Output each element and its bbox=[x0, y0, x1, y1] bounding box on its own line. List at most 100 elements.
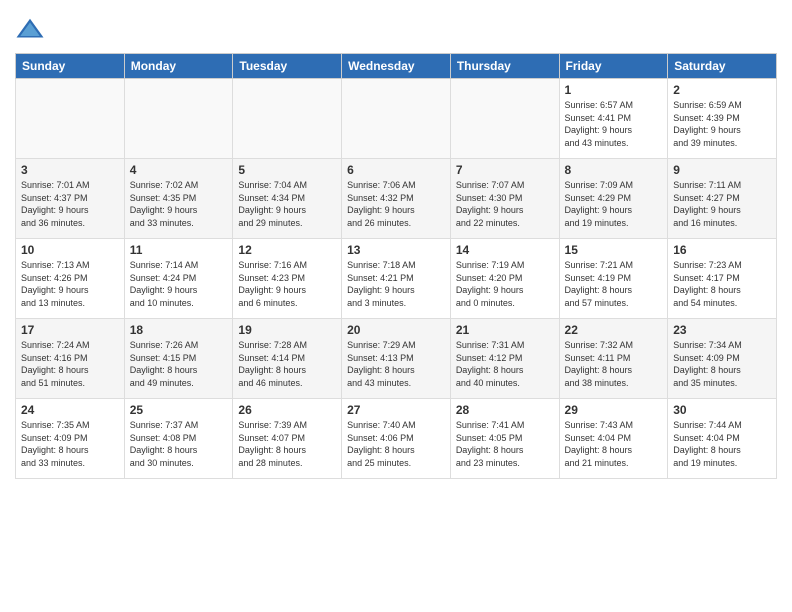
calendar-cell: 3 Sunrise: 7:01 AM Sunset: 4:37 PM Daylig… bbox=[16, 159, 125, 239]
day-info: Sunrise: 7:26 AM Sunset: 4:15 PM Dayligh… bbox=[130, 339, 228, 389]
day-number: 26 bbox=[238, 403, 336, 417]
day-number: 12 bbox=[238, 243, 336, 257]
calendar-cell: 26 Sunrise: 7:39 AM Sunset: 4:07 PM Dayli… bbox=[233, 399, 342, 479]
calendar-cell: 29 Sunrise: 7:43 AM Sunset: 4:04 PM Dayli… bbox=[559, 399, 668, 479]
weekday-header: Monday bbox=[124, 54, 233, 79]
day-info: Sunrise: 7:37 AM Sunset: 4:08 PM Dayligh… bbox=[130, 419, 228, 469]
calendar-cell: 27 Sunrise: 7:40 AM Sunset: 4:06 PM Dayli… bbox=[342, 399, 451, 479]
day-info: Sunrise: 7:23 AM Sunset: 4:17 PM Dayligh… bbox=[673, 259, 771, 309]
calendar-cell: 11 Sunrise: 7:14 AM Sunset: 4:24 PM Dayli… bbox=[124, 239, 233, 319]
calendar-cell bbox=[233, 79, 342, 159]
calendar-cell: 10 Sunrise: 7:13 AM Sunset: 4:26 PM Dayli… bbox=[16, 239, 125, 319]
day-number: 8 bbox=[565, 163, 663, 177]
day-number: 11 bbox=[130, 243, 228, 257]
day-number: 15 bbox=[565, 243, 663, 257]
day-info: Sunrise: 7:32 AM Sunset: 4:11 PM Dayligh… bbox=[565, 339, 663, 389]
day-info: Sunrise: 7:21 AM Sunset: 4:19 PM Dayligh… bbox=[565, 259, 663, 309]
weekday-header: Tuesday bbox=[233, 54, 342, 79]
calendar-cell bbox=[342, 79, 451, 159]
day-number: 22 bbox=[565, 323, 663, 337]
day-number: 2 bbox=[673, 83, 771, 97]
day-number: 5 bbox=[238, 163, 336, 177]
calendar-cell: 4 Sunrise: 7:02 AM Sunset: 4:35 PM Daylig… bbox=[124, 159, 233, 239]
calendar-cell: 14Sunrise: 7:19 AM Sunset: 4:20 PM Dayli… bbox=[450, 239, 559, 319]
day-number: 29 bbox=[565, 403, 663, 417]
weekday-header: Wednesday bbox=[342, 54, 451, 79]
calendar-cell: 17 Sunrise: 7:24 AM Sunset: 4:16 PM Dayli… bbox=[16, 319, 125, 399]
calendar-cell: 13 Sunrise: 7:18 AM Sunset: 4:21 PM Dayli… bbox=[342, 239, 451, 319]
day-info: Sunrise: 7:44 AM Sunset: 4:04 PM Dayligh… bbox=[673, 419, 771, 469]
calendar-cell bbox=[124, 79, 233, 159]
calendar-cell: 5 Sunrise: 7:04 AM Sunset: 4:34 PM Daylig… bbox=[233, 159, 342, 239]
calendar-cell: 12 Sunrise: 7:16 AM Sunset: 4:23 PM Dayli… bbox=[233, 239, 342, 319]
calendar-cell: 2 Sunrise: 6:59 AM Sunset: 4:39 PM Daylig… bbox=[668, 79, 777, 159]
weekday-header: Sunday bbox=[16, 54, 125, 79]
day-info: Sunrise: 7:34 AM Sunset: 4:09 PM Dayligh… bbox=[673, 339, 771, 389]
header bbox=[15, 15, 777, 45]
day-number: 25 bbox=[130, 403, 228, 417]
day-number: 1 bbox=[565, 83, 663, 97]
day-info: Sunrise: 7:39 AM Sunset: 4:07 PM Dayligh… bbox=[238, 419, 336, 469]
day-number: 19 bbox=[238, 323, 336, 337]
day-info: Sunrise: 7:04 AM Sunset: 4:34 PM Dayligh… bbox=[238, 179, 336, 229]
day-number: 18 bbox=[130, 323, 228, 337]
calendar-cell: 23 Sunrise: 7:34 AM Sunset: 4:09 PM Dayli… bbox=[668, 319, 777, 399]
day-info: Sunrise: 6:59 AM Sunset: 4:39 PM Dayligh… bbox=[673, 99, 771, 149]
day-info: Sunrise: 7:40 AM Sunset: 4:06 PM Dayligh… bbox=[347, 419, 445, 469]
day-info: Sunrise: 7:16 AM Sunset: 4:23 PM Dayligh… bbox=[238, 259, 336, 309]
day-number: 23 bbox=[673, 323, 771, 337]
calendar-cell: 25 Sunrise: 7:37 AM Sunset: 4:08 PM Dayli… bbox=[124, 399, 233, 479]
day-info: Sunrise: 7:28 AM Sunset: 4:14 PM Dayligh… bbox=[238, 339, 336, 389]
weekday-header: Thursday bbox=[450, 54, 559, 79]
calendar-cell: 18 Sunrise: 7:26 AM Sunset: 4:15 PM Dayli… bbox=[124, 319, 233, 399]
logo-icon bbox=[15, 15, 45, 45]
day-number: 10 bbox=[21, 243, 119, 257]
day-info: Sunrise: 7:13 AM Sunset: 4:26 PM Dayligh… bbox=[21, 259, 119, 309]
calendar-cell: 24Sunrise: 7:35 AM Sunset: 4:09 PM Dayli… bbox=[16, 399, 125, 479]
calendar-cell: 9 Sunrise: 7:11 AM Sunset: 4:27 PM Daylig… bbox=[668, 159, 777, 239]
day-info: Sunrise: 7:35 AM Sunset: 4:09 PM Dayligh… bbox=[21, 419, 119, 469]
day-number: 21 bbox=[456, 323, 554, 337]
calendar-cell: 21Sunrise: 7:31 AM Sunset: 4:12 PM Dayli… bbox=[450, 319, 559, 399]
page: SundayMondayTuesdayWednesdayThursdayFrid… bbox=[0, 0, 792, 612]
calendar-cell: 22 Sunrise: 7:32 AM Sunset: 4:11 PM Dayli… bbox=[559, 319, 668, 399]
day-number: 20 bbox=[347, 323, 445, 337]
day-number: 28 bbox=[456, 403, 554, 417]
day-info: Sunrise: 7:29 AM Sunset: 4:13 PM Dayligh… bbox=[347, 339, 445, 389]
day-info: Sunrise: 6:57 AM Sunset: 4:41 PM Dayligh… bbox=[565, 99, 663, 149]
calendar-cell: 8 Sunrise: 7:09 AM Sunset: 4:29 PM Daylig… bbox=[559, 159, 668, 239]
day-info: Sunrise: 7:24 AM Sunset: 4:16 PM Dayligh… bbox=[21, 339, 119, 389]
calendar-cell: 7 Sunrise: 7:07 AM Sunset: 4:30 PM Daylig… bbox=[450, 159, 559, 239]
day-number: 13 bbox=[347, 243, 445, 257]
day-info: Sunrise: 7:06 AM Sunset: 4:32 PM Dayligh… bbox=[347, 179, 445, 229]
weekday-header: Friday bbox=[559, 54, 668, 79]
calendar-cell bbox=[16, 79, 125, 159]
day-number: 17 bbox=[21, 323, 119, 337]
day-info: Sunrise: 7:01 AM Sunset: 4:37 PM Dayligh… bbox=[21, 179, 119, 229]
day-number: 16 bbox=[673, 243, 771, 257]
day-info: Sunrise: 7:07 AM Sunset: 4:30 PM Dayligh… bbox=[456, 179, 554, 229]
calendar-cell bbox=[450, 79, 559, 159]
calendar-cell: 30Sunrise: 7:44 AM Sunset: 4:04 PM Dayli… bbox=[668, 399, 777, 479]
calendar-cell: 6 Sunrise: 7:06 AM Sunset: 4:32 PM Daylig… bbox=[342, 159, 451, 239]
day-info: Sunrise: 7:11 AM Sunset: 4:27 PM Dayligh… bbox=[673, 179, 771, 229]
calendar-cell: 1 Sunrise: 6:57 AM Sunset: 4:41 PM Daylig… bbox=[559, 79, 668, 159]
day-number: 3 bbox=[21, 163, 119, 177]
day-info: Sunrise: 7:41 AM Sunset: 4:05 PM Dayligh… bbox=[456, 419, 554, 469]
day-info: Sunrise: 7:18 AM Sunset: 4:21 PM Dayligh… bbox=[347, 259, 445, 309]
calendar: SundayMondayTuesdayWednesdayThursdayFrid… bbox=[15, 53, 777, 479]
calendar-cell: 19 Sunrise: 7:28 AM Sunset: 4:14 PM Dayli… bbox=[233, 319, 342, 399]
logo bbox=[15, 15, 49, 45]
day-number: 4 bbox=[130, 163, 228, 177]
day-info: Sunrise: 7:43 AM Sunset: 4:04 PM Dayligh… bbox=[565, 419, 663, 469]
day-number: 7 bbox=[456, 163, 554, 177]
calendar-cell: 28 Sunrise: 7:41 AM Sunset: 4:05 PM Dayli… bbox=[450, 399, 559, 479]
day-number: 27 bbox=[347, 403, 445, 417]
day-info: Sunrise: 7:19 AM Sunset: 4:20 PM Dayligh… bbox=[456, 259, 554, 309]
day-info: Sunrise: 7:14 AM Sunset: 4:24 PM Dayligh… bbox=[130, 259, 228, 309]
calendar-cell: 16 Sunrise: 7:23 AM Sunset: 4:17 PM Dayli… bbox=[668, 239, 777, 319]
day-number: 9 bbox=[673, 163, 771, 177]
day-info: Sunrise: 7:02 AM Sunset: 4:35 PM Dayligh… bbox=[130, 179, 228, 229]
day-number: 6 bbox=[347, 163, 445, 177]
day-info: Sunrise: 7:09 AM Sunset: 4:29 PM Dayligh… bbox=[565, 179, 663, 229]
